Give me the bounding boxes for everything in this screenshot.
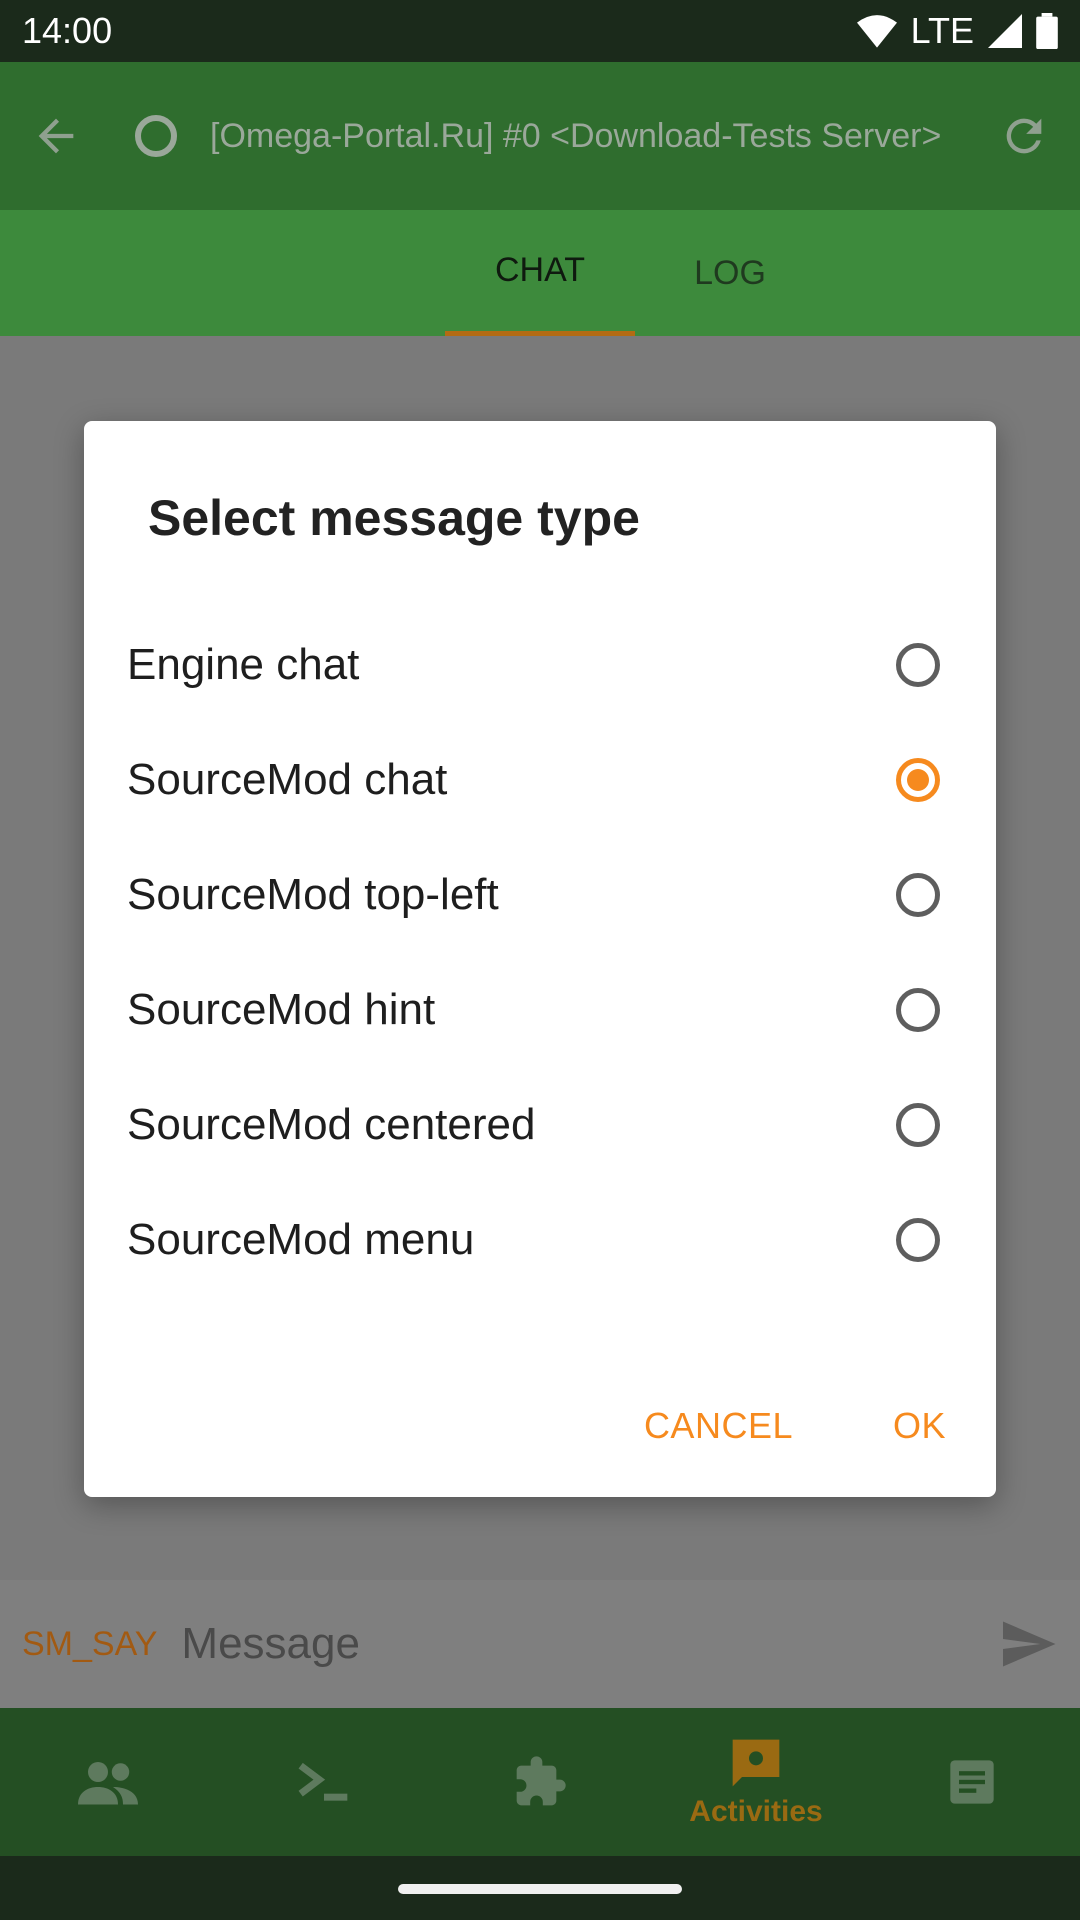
cancel-button[interactable]: CANCEL — [634, 1395, 803, 1457]
nav-notes[interactable] — [882, 1756, 1062, 1808]
signal-icon — [988, 14, 1022, 48]
notes-icon — [950, 1760, 994, 1804]
option-sourcemod-centered[interactable]: SourceMod centered — [84, 1067, 996, 1182]
message-input-bar: SM_SAY Message — [0, 1580, 1080, 1708]
server-title: [Omega-Portal.Ru] #0 <Download-Tests Ser… — [210, 116, 942, 155]
people-icon — [78, 1762, 138, 1805]
radio-button-checked[interactable] — [896, 757, 940, 802]
app-bar: [Omega-Portal.Ru] #0 <Download-Tests Ser… — [0, 62, 1080, 210]
radio-button[interactable] — [896, 872, 940, 917]
send-icon[interactable] — [998, 1614, 1058, 1674]
option-sourcemod-menu[interactable]: SourceMod menu — [84, 1182, 996, 1297]
network-type: LTE — [910, 10, 974, 51]
option-sourcemod-chat[interactable]: SourceMod chat — [84, 722, 996, 837]
nav-console[interactable] — [234, 1758, 414, 1806]
tab-log[interactable]: LOG — [660, 210, 800, 336]
ok-button[interactable]: OK — [883, 1395, 956, 1457]
status-icons: LTE — [856, 10, 1058, 52]
server-status-icon — [135, 115, 177, 157]
back-arrow-icon[interactable] — [30, 110, 82, 162]
option-label: SourceMod menu — [127, 1214, 475, 1264]
select-message-type-dialog: Select message type Engine chat SourceMo… — [84, 421, 996, 1497]
tab-log-label: LOG — [694, 253, 766, 292]
puzzle-icon — [516, 1756, 566, 1806]
option-label: Engine chat — [127, 639, 360, 689]
option-engine-chat[interactable]: Engine chat — [84, 607, 996, 722]
nav-activities[interactable]: Activities — [666, 1735, 846, 1829]
tab-chat-label: CHAT — [494, 251, 586, 289]
tab-bar: CHAT LOG — [0, 210, 1080, 336]
nav-players[interactable] — [18, 1758, 198, 1806]
option-label: SourceMod chat — [127, 754, 448, 804]
home-gesture-pill[interactable] — [398, 1884, 682, 1894]
message-type-prefix[interactable]: SM_SAY — [22, 1625, 157, 1664]
option-label: SourceMod hint — [127, 984, 436, 1034]
tab-chat[interactable]: CHAT — [445, 210, 635, 336]
nav-activities-label: Activities — [689, 1795, 823, 1828]
wifi-icon — [856, 15, 897, 48]
gesture-bar — [0, 1856, 1080, 1920]
option-sourcemod-hint[interactable]: SourceMod hint — [84, 952, 996, 1067]
nav-plugins[interactable] — [450, 1754, 630, 1810]
message-input[interactable]: Message — [181, 1619, 998, 1669]
option-label: SourceMod top-left — [127, 869, 499, 919]
terminal-icon — [298, 1762, 348, 1801]
activities-icon — [732, 1739, 780, 1787]
refresh-icon[interactable] — [998, 110, 1050, 162]
option-sourcemod-top-left[interactable]: SourceMod top-left — [84, 837, 996, 952]
bottom-navigation: Activities — [0, 1708, 1080, 1856]
radio-button[interactable] — [896, 1217, 940, 1262]
status-bar: 14:00 LTE — [0, 0, 1080, 62]
option-label: SourceMod centered — [127, 1099, 536, 1149]
dialog-actions: CANCEL OK — [634, 1395, 956, 1457]
status-time: 14:00 — [22, 10, 113, 51]
radio-button[interactable] — [896, 1102, 940, 1147]
radio-button[interactable] — [896, 987, 940, 1032]
radio-button[interactable] — [896, 642, 940, 687]
battery-icon — [1036, 13, 1058, 49]
dialog-title: Select message type — [148, 490, 640, 546]
